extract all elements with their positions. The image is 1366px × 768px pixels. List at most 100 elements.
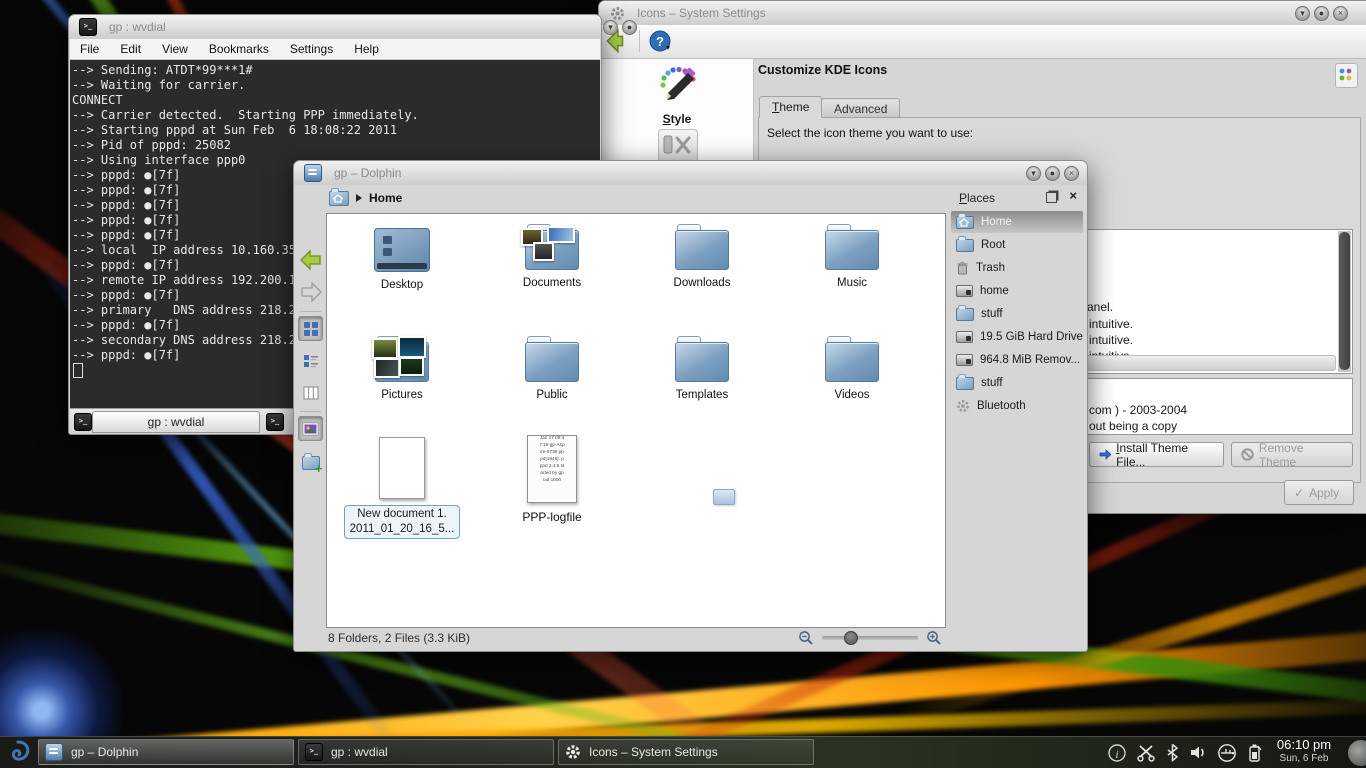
split-view-button[interactable]: + — [298, 450, 323, 475]
panel-toolbox-icon[interactable] — [1348, 740, 1366, 766]
usb-icon[interactable] — [1217, 743, 1237, 763]
dolphin-titlebar[interactable]: gp – Dolphin — [294, 161, 1087, 185]
new-tab-button[interactable]: >_ — [74, 413, 92, 431]
place-item-root[interactable]: Root — [951, 234, 1083, 256]
place-item-hard-drive[interactable]: 19.5 GiB Hard Drive — [951, 326, 1083, 348]
install-theme-label: Install Theme File... — [1116, 441, 1214, 469]
close-icon[interactable]: × — [1069, 188, 1077, 203]
minimize-button[interactable]: ▾ — [603, 20, 618, 35]
place-item-bluetooth[interactable]: Bluetooth — [951, 395, 1083, 417]
battery-icon[interactable] — [1246, 743, 1262, 763]
folder-icon — [825, 342, 879, 382]
page-title: Customize KDE Icons — [758, 63, 887, 77]
menu-help[interactable]: Help — [354, 42, 379, 56]
zoom-in-icon[interactable] — [926, 630, 942, 646]
peripherals-icon[interactable] — [658, 129, 698, 163]
file-item-documents[interactable]: Documents — [492, 222, 612, 289]
places-header[interactable]: Places — [959, 191, 995, 205]
sidebar-item-style-label: Style — [601, 112, 753, 126]
dolphin-icon — [45, 743, 63, 761]
file-item-downloads[interactable]: Downloads — [642, 222, 762, 289]
volume-icon[interactable] — [1189, 744, 1208, 761]
clock[interactable]: 06:10 pm Sun, 6 Feb — [1264, 738, 1344, 766]
terminal-titlebar[interactable]: >_ gp : wvdial — [69, 15, 601, 39]
terminal-window-title: gp : wvdial — [109, 20, 166, 34]
minimize-button[interactable]: ▾ — [1026, 166, 1041, 181]
task-terminal[interactable]: >_ gp : wvdial — [298, 739, 554, 765]
menu-settings[interactable]: Settings — [290, 42, 333, 56]
theme-list-fragment: intuitive. — [1089, 317, 1133, 331]
preview-toggle-button[interactable] — [298, 416, 323, 441]
folder-view[interactable]: Desktop Documents Downloads Music — [326, 213, 946, 628]
menu-edit[interactable]: Edit — [120, 42, 141, 56]
overview-icon[interactable] — [1335, 63, 1358, 88]
forward-button[interactable] — [298, 279, 323, 304]
scrollbar-handle[interactable] — [1339, 232, 1350, 370]
sidebar-item-style[interactable]: Style — [601, 67, 753, 126]
zoom-slider-handle[interactable] — [844, 631, 858, 645]
terminal-tab[interactable]: gp : wvdial — [92, 411, 260, 433]
icons-view-button[interactable] — [298, 316, 323, 341]
help-button[interactable]: ? ▾ — [648, 29, 672, 56]
place-item-stuff[interactable]: stuff — [951, 303, 1083, 325]
folder-icon — [825, 230, 879, 270]
scrollbar[interactable] — [1338, 231, 1351, 372]
place-item-removable[interactable]: 964.8 MiB Remov... — [951, 349, 1083, 371]
dolphin-window-title: gp – Dolphin — [334, 166, 401, 180]
zoom-out-icon[interactable] — [798, 630, 814, 646]
back-button[interactable] — [298, 247, 323, 272]
tab-advanced[interactable]: Advanced — [821, 98, 900, 118]
klipper-icon[interactable] — [1136, 744, 1156, 762]
place-item-stuff-2[interactable]: stuff — [951, 372, 1083, 394]
launcher-icon[interactable] — [3, 739, 33, 766]
home-folder-icon[interactable] — [329, 191, 349, 206]
detach-icon[interactable] — [1046, 192, 1057, 203]
file-item-music[interactable]: Music — [792, 222, 912, 289]
columns-view-icon — [303, 386, 319, 400]
breadcrumb-home[interactable]: Home — [369, 191, 402, 205]
place-item-home[interactable]: Home — [951, 211, 1083, 233]
place-item-trash[interactable]: Trash — [951, 257, 1083, 279]
tab-theme[interactable]: Theme — [759, 96, 822, 118]
maximize-button[interactable]: ● — [1045, 166, 1060, 181]
back-icon — [299, 249, 323, 271]
folder-icon — [525, 342, 579, 382]
folder-icon — [956, 308, 974, 321]
file-item-desktop[interactable]: Desktop — [342, 222, 462, 291]
install-theme-button[interactable]: Install Theme File... — [1089, 442, 1224, 467]
details-view-button[interactable] — [298, 348, 323, 373]
columns-view-button[interactable] — [298, 380, 323, 405]
dolphin-icon — [304, 164, 322, 182]
maximize-button[interactable]: ● — [1314, 6, 1329, 21]
file-item-ppp-logfile[interactable]: Jan 17 09:4 7:18 gp-Asp ire-5738 pp pd[1… — [492, 435, 612, 524]
file-item-videos[interactable]: Videos — [792, 334, 912, 401]
style-icon — [656, 96, 698, 110]
terminal-icon: >_ — [305, 743, 323, 761]
svg-text:?: ? — [656, 34, 664, 49]
place-item-home-partition[interactable]: home — [951, 280, 1083, 302]
maximize-button[interactable]: ● — [622, 20, 637, 35]
terminal-tab-icon[interactable]: >_ — [266, 413, 284, 431]
dolphin-statusbar: 8 Folders, 2 Files (3.3 KiB) — [326, 626, 944, 649]
zoom-slider[interactable] — [822, 636, 918, 640]
close-button[interactable]: × — [1064, 166, 1079, 181]
menu-file[interactable]: File — [80, 42, 99, 56]
close-button[interactable]: × — [1333, 6, 1348, 21]
menu-view[interactable]: View — [162, 42, 188, 56]
remove-theme-button[interactable]: Remove Theme — [1231, 442, 1353, 467]
bluetooth-icon[interactable] — [1165, 743, 1180, 762]
text-file-icon: Jan 17 09:4 7:18 gp-Asp ire-5738 pp pd[1… — [527, 435, 577, 503]
remove-theme-label: Remove Theme — [1259, 441, 1343, 469]
menu-bookmarks[interactable]: Bookmarks — [209, 42, 269, 56]
minimize-button[interactable]: ▾ — [1295, 6, 1310, 21]
settings-titlebar[interactable]: Icons – System Settings — [599, 1, 1366, 25]
file-item-pictures[interactable]: Pictures — [342, 334, 462, 401]
apply-button[interactable]: ✓ Apply — [1284, 480, 1354, 505]
file-item-public[interactable]: Public — [492, 334, 612, 401]
task-dolphin[interactable]: gp – Dolphin — [38, 739, 294, 765]
info-icon[interactable]: i — [1107, 743, 1127, 763]
file-item-new-document[interactable]: New document 1. 2011_01_20_16_5... — [342, 437, 462, 539]
file-item-templates[interactable]: Templates — [642, 334, 762, 401]
task-system-settings[interactable]: Icons – System Settings — [558, 739, 814, 765]
theme-list-fragment: anel. — [1087, 300, 1113, 314]
